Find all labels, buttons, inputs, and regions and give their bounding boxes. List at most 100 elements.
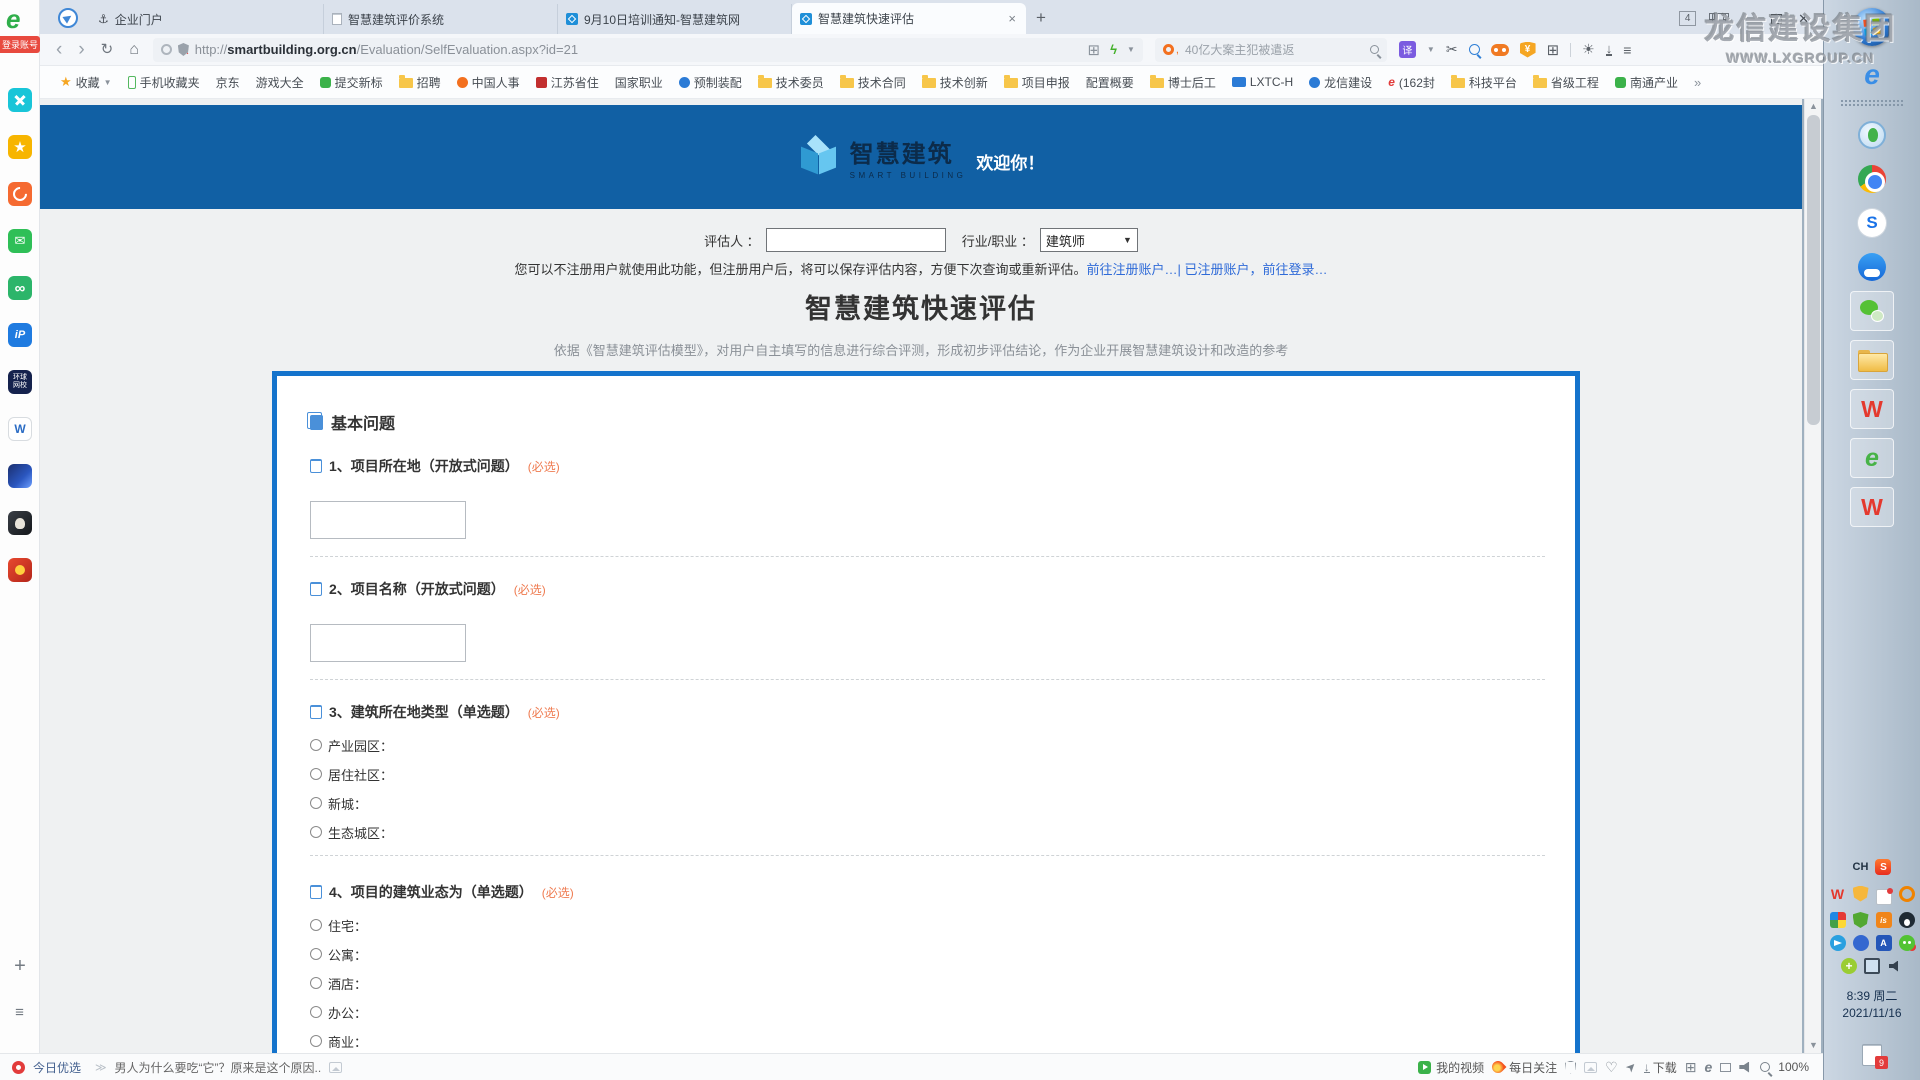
sogou-ime-icon[interactable]: S — [1875, 859, 1891, 875]
mute-speaker-icon[interactable] — [1739, 1062, 1752, 1073]
green-shield-tray-icon[interactable] — [1853, 912, 1869, 928]
protect-shield-icon[interactable] — [1565, 1061, 1576, 1074]
industry-select[interactable]: 建筑师 ▼ — [1040, 228, 1138, 252]
wallet-icon[interactable]: ¥ — [1520, 42, 1536, 58]
health-heart-icon[interactable]: ♡ — [1605, 1059, 1618, 1076]
bookmark-folder[interactable]: 技术委员 — [752, 71, 830, 94]
restore-window-icon[interactable] — [1720, 1063, 1731, 1072]
bookmark-item[interactable]: 中国人事 — [451, 71, 526, 94]
game-app-icon[interactable] — [8, 511, 32, 535]
daily-follow-button[interactable]: 每日关注 — [1492, 1059, 1557, 1076]
radio-button[interactable] — [310, 826, 322, 838]
bookmark-folder[interactable]: 省级工程 — [1527, 71, 1605, 94]
q4-option-row[interactable]: 酒店： — [310, 977, 1575, 989]
word-doc-icon[interactable]: W — [8, 417, 32, 441]
bookmark-item[interactable]: 京东 — [210, 71, 246, 94]
browser-logo-icon[interactable]: e — [6, 4, 20, 35]
sidebar-menu-button[interactable]: ≡ — [0, 1004, 40, 1021]
notes-tray-icon[interactable] — [1876, 889, 1892, 905]
tab-count-badge[interactable]: 4 — [1679, 11, 1696, 26]
q4-option-row[interactable]: 公寓： — [310, 948, 1575, 960]
daily-picks-label[interactable]: 今日优选 — [33, 1059, 81, 1076]
bookmark-folder[interactable]: 招聘 — [393, 71, 447, 94]
mail-icon[interactable]: ✉ — [8, 229, 32, 253]
tab-evaluation-system[interactable]: 智慧建筑评价系统 — [324, 4, 558, 34]
ip-app-icon[interactable]: iP — [8, 323, 32, 347]
compass-icon[interactable] — [58, 8, 78, 28]
search-icon[interactable] — [1370, 45, 1379, 54]
orange-ring-tray-icon[interactable] — [1899, 886, 1915, 902]
chevron-down-icon[interactable]: ▼ — [1127, 45, 1135, 54]
booster-rocket-icon[interactable]: ➤ — [1622, 1058, 1639, 1075]
q3-option-row[interactable]: 生态城区： — [310, 826, 1575, 838]
bookmark-folder[interactable]: 技术创新 — [916, 71, 994, 94]
q4-option-row[interactable]: 办公： — [310, 1006, 1575, 1018]
q4-option-row[interactable]: 商业： — [310, 1035, 1575, 1047]
parrot-app-icon[interactable] — [1857, 120, 1887, 150]
ime-indicator[interactable]: CH — [1853, 861, 1869, 873]
scrollbar-thumb[interactable] — [1807, 115, 1820, 425]
q3-option-row[interactable]: 产业园区： — [310, 739, 1575, 751]
bookmark-item[interactable]: 提交新标 — [314, 71, 389, 94]
refresh-button[interactable]: ↻ — [101, 42, 114, 57]
ie-compat-icon[interactable]: e — [1705, 1059, 1713, 1075]
scroll-up-arrow[interactable]: ▲ — [1805, 99, 1822, 114]
search-query[interactable]: 40亿大案主犯被遣返 — [1185, 41, 1364, 58]
screenshot-scissors-icon[interactable]: ✂ — [1446, 41, 1458, 58]
close-button[interactable]: ✕ — [1798, 12, 1809, 25]
is-tray-icon[interactable]: is — [1876, 912, 1892, 928]
extensions-grid-icon[interactable]: ⊞ — [1685, 1059, 1697, 1076]
url-box[interactable]: × http://smartbuilding.org.cn/Evaluation… — [153, 38, 1143, 62]
apps-grid-icon[interactable]: ⊞ — [1547, 41, 1560, 59]
bookmark-item[interactable]: 预制装配 — [673, 71, 748, 94]
ie-taskbar-icon[interactable]: e — [1864, 59, 1880, 91]
zoom-lens-icon[interactable] — [1760, 1062, 1770, 1072]
cyan-app-icon[interactable] — [8, 88, 32, 112]
brightness-icon[interactable]: ☀ — [1582, 41, 1595, 58]
sogou-browser-icon[interactable]: S — [1857, 208, 1887, 238]
bookmark-favorites[interactable]: ★收藏▼ — [54, 71, 118, 94]
plane-tray-icon[interactable] — [1830, 935, 1846, 951]
chrome-icon[interactable] — [1857, 164, 1887, 194]
q1-input[interactable] — [310, 501, 466, 539]
maximize-button[interactable] — [1771, 14, 1782, 24]
bookmark-folder[interactable]: 技术合同 — [834, 71, 912, 94]
wechat-taskbar-icon[interactable] — [1850, 291, 1894, 331]
weibo-icon[interactable] — [8, 182, 32, 206]
cloud-drive-icon[interactable]: ∞ — [8, 276, 32, 300]
accelerator-tray-icon[interactable]: + — [1841, 958, 1857, 974]
taskbar-grip[interactable] — [1840, 99, 1904, 106]
taskbar-clock[interactable]: 8:39 周二 2021/11/16 — [1842, 988, 1901, 1022]
url-text[interactable]: http://smartbuilding.org.cn/Evaluation/S… — [195, 42, 1082, 57]
360-browser-taskbar-icon[interactable]: e — [1850, 438, 1894, 478]
blue-tray-icon[interactable] — [1853, 935, 1869, 951]
qr-code-icon[interactable]: ⊞ — [1088, 41, 1101, 59]
translate-icon[interactable]: 译 — [1399, 41, 1416, 58]
snapshot-icon[interactable] — [1584, 1062, 1597, 1073]
file-explorer-icon[interactable] — [1850, 340, 1894, 380]
radio-button[interactable] — [310, 948, 322, 960]
scroll-down-arrow[interactable]: ▼ — [1805, 1038, 1822, 1053]
reader-mode-icon[interactable] — [161, 44, 172, 55]
wps-tray-icon[interactable]: W — [1830, 886, 1846, 902]
q3-option-row[interactable]: 居住社区： — [310, 768, 1575, 780]
game-app-icon[interactable] — [8, 464, 32, 488]
zoom-level[interactable]: 100% — [1778, 1060, 1809, 1074]
colorcube-tray-icon[interactable] — [1830, 912, 1846, 928]
radio-button[interactable] — [310, 739, 322, 751]
wps-writer-taskbar-icon[interactable]: W — [1850, 487, 1894, 527]
download-icon[interactable]: ↓ — [1606, 43, 1613, 56]
chevron-down-icon[interactable]: ▼ — [1427, 45, 1435, 54]
register-link[interactable]: 前往注册账户… — [1086, 262, 1177, 277]
game-app-icon[interactable] — [8, 558, 32, 582]
magnifier-icon[interactable] — [1469, 44, 1480, 55]
tab-training-notice[interactable]: 9月10日培训通知-智慧建筑网 — [558, 4, 792, 34]
network-monitor-icon[interactable] — [1864, 958, 1880, 974]
vertical-scrollbar[interactable]: ▲ ▼ — [1804, 99, 1821, 1053]
bookmark-item[interactable]: 手机收藏夹 — [122, 71, 206, 94]
bookmark-item[interactable]: LXTC-H — [1226, 72, 1299, 92]
search-box[interactable]: , 40亿大案主犯被遣返 — [1155, 38, 1387, 62]
wechat-tray-icon[interactable] — [1899, 935, 1915, 951]
tab-enterprise-portal[interactable]: ⚓ 企业门户 — [90, 4, 324, 34]
bookmark-item[interactable]: 游戏大全 — [250, 71, 310, 94]
